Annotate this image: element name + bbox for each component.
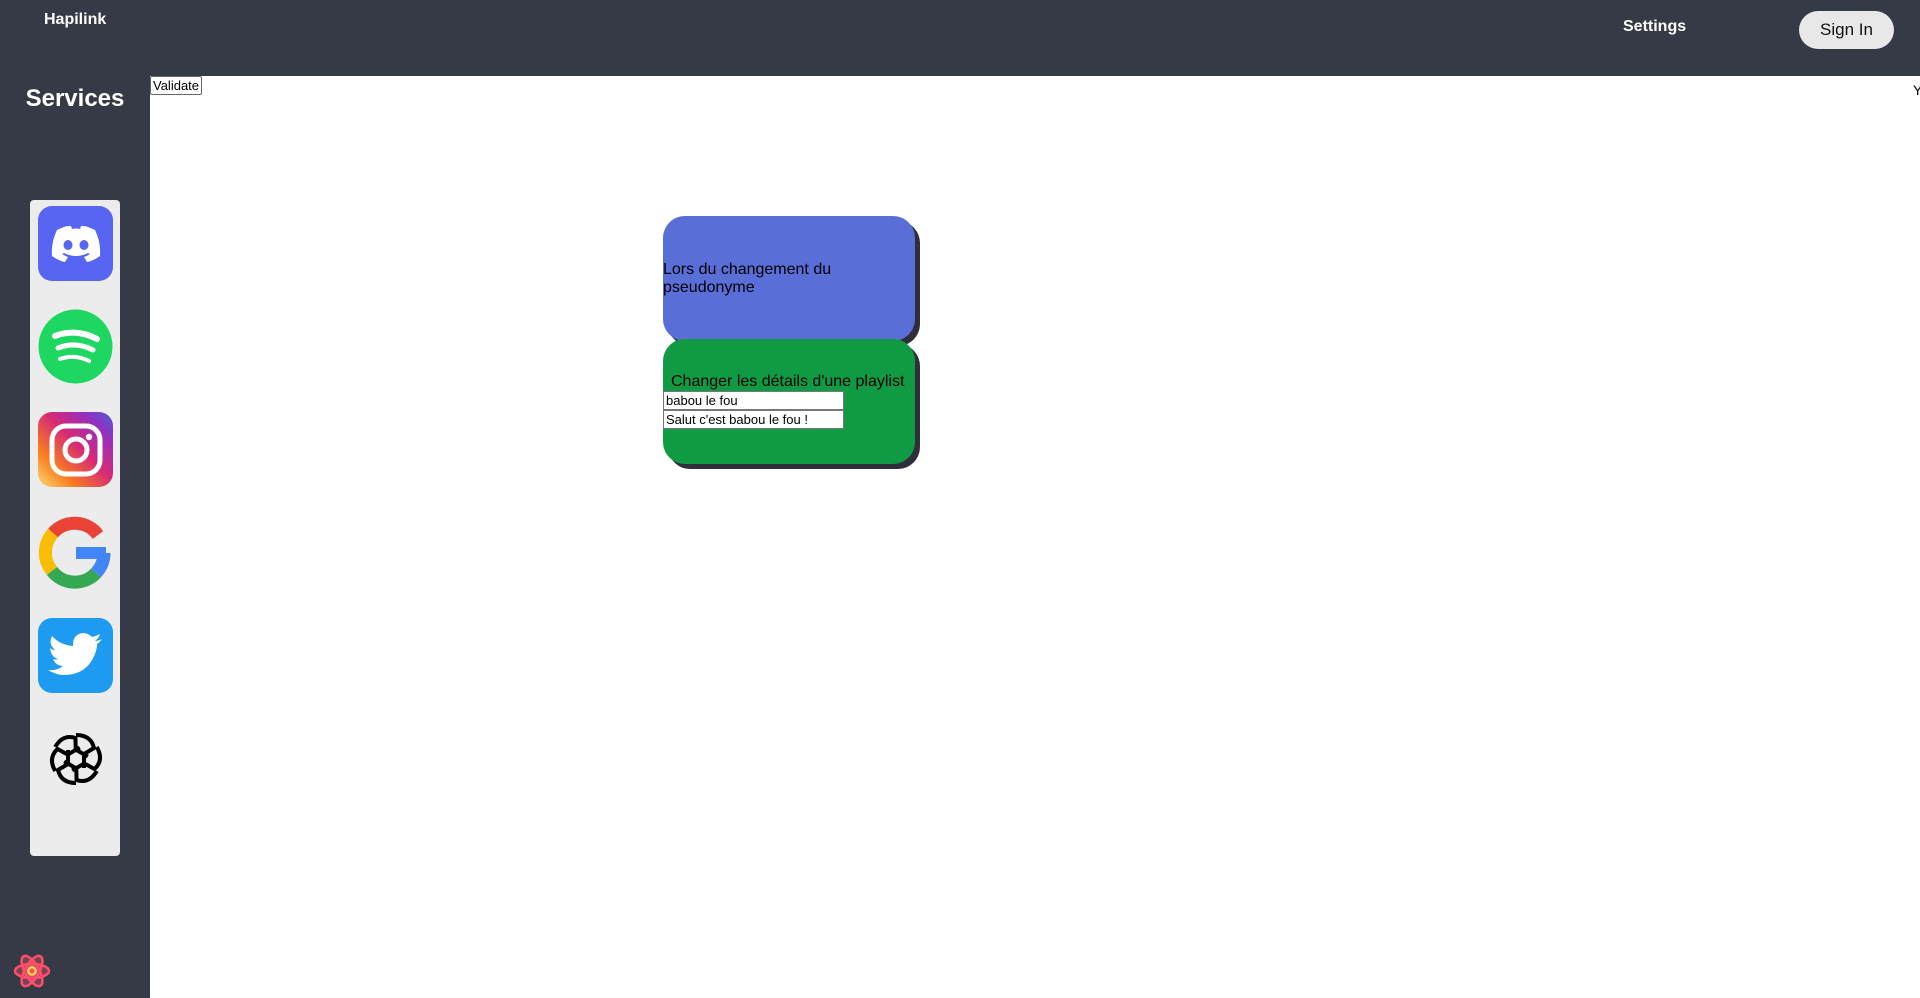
twitter-icon[interactable] xyxy=(38,618,113,693)
playlist-name-input[interactable] xyxy=(663,391,844,410)
top-navbar: Hapilink Settings Sign In xyxy=(0,0,1920,76)
openai-icon[interactable] xyxy=(38,721,113,796)
trigger-card-text: Lors du changement du pseudonyme xyxy=(663,261,832,296)
react-icon xyxy=(12,953,52,989)
services-title: Services xyxy=(25,85,125,112)
discord-icon[interactable] xyxy=(38,206,113,281)
settings-link[interactable]: Settings xyxy=(1623,18,1686,36)
brand-name: Hapilink xyxy=(44,11,107,28)
playlist-description-input[interactable] xyxy=(663,410,844,429)
instagram-icon[interactable] xyxy=(38,412,113,487)
action-card-text: Changer les détails d'une playlist xyxy=(671,373,905,390)
workflow-canvas[interactable] xyxy=(150,76,1920,998)
action-card[interactable]: Changer les détails d'une playlist xyxy=(663,339,915,464)
google-icon[interactable] xyxy=(38,515,113,590)
trigger-card[interactable]: Lors du changement du pseudonyme xyxy=(663,216,915,341)
sign-in-button[interactable]: Sign In xyxy=(1799,11,1894,49)
service-list xyxy=(30,200,120,856)
validate-button[interactable]: Validate xyxy=(150,76,203,95)
corner-mark: Y xyxy=(1913,82,1920,98)
spotify-icon[interactable] xyxy=(38,309,113,384)
